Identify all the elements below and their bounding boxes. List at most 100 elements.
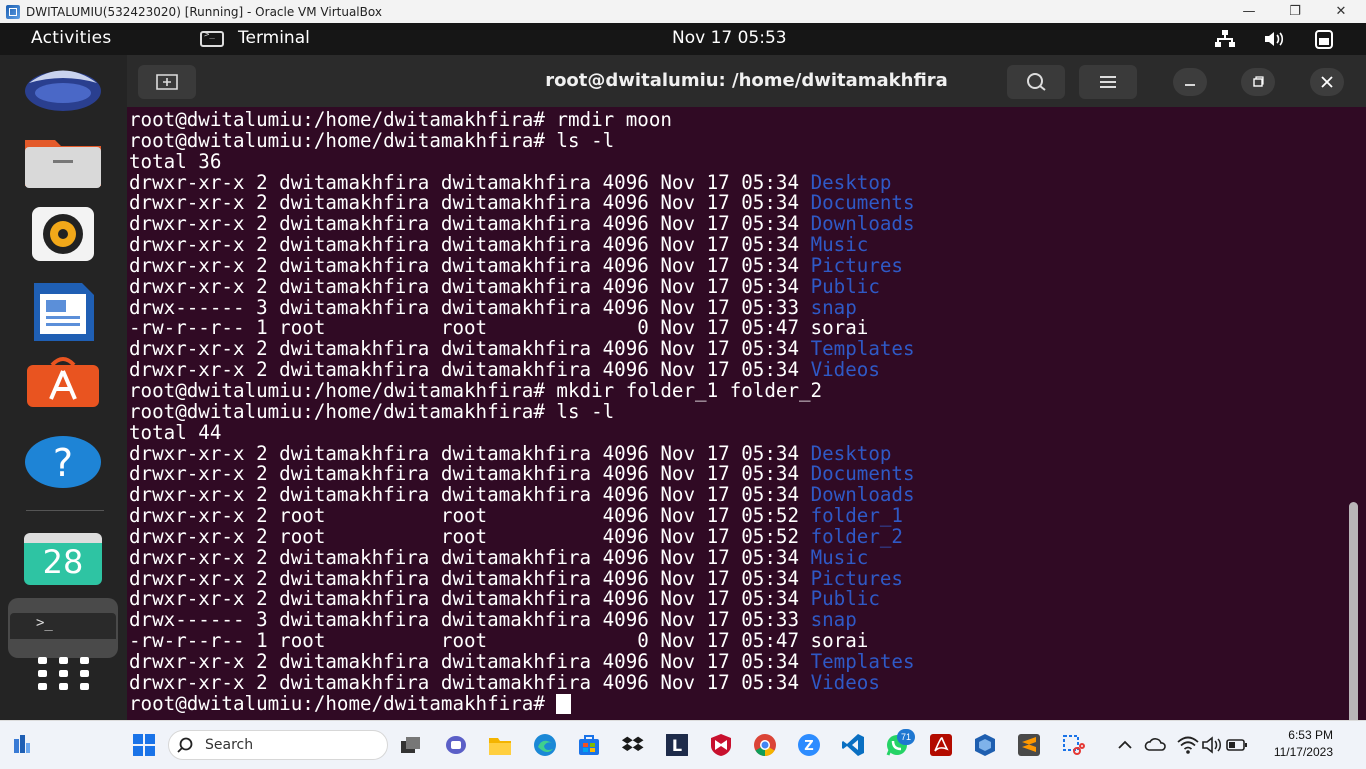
windows-taskbar: Search L Z 71 6:53 PM 11/17/2023	[0, 720, 1366, 769]
terminal-text: drwxr-xr-x 2 dwitamakhfira dwitamakhfira…	[129, 191, 811, 215]
terminal-text: total 44	[129, 420, 222, 444]
terminal-text: drwxr-xr-x 2 dwitamakhfira dwitamakhfira…	[129, 212, 811, 236]
terminal-line: drwxr-xr-x 2 dwitamakhfira dwitamakhfira…	[129, 212, 915, 236]
search-button[interactable]	[1007, 65, 1065, 99]
vbox-maximize-button[interactable]: ❐	[1272, 0, 1318, 23]
snipping-tool-icon[interactable]	[1061, 733, 1085, 757]
ubuntu-top-bar: Activities Terminal Nov 17 05:53	[0, 23, 1366, 55]
app-menu-label[interactable]: Terminal	[238, 28, 310, 48]
taskbar-search[interactable]: Search	[168, 730, 388, 760]
terminal-line: drwxr-xr-x 2 dwitamakhfira dwitamakhfira…	[129, 441, 915, 465]
thunderbird-icon[interactable]	[24, 63, 102, 123]
terminal-line: root@dwitalumiu:/home/dwitamakhfira#	[129, 691, 915, 715]
terminal-line: root@dwitalumiu:/home/dwitamakhfira# rmd…	[129, 109, 915, 131]
mcafee-icon[interactable]	[709, 733, 733, 757]
volume-icon[interactable]	[1263, 29, 1285, 49]
terminal-line: drwxr-xr-x 2 dwitamakhfira dwitamakhfira…	[129, 568, 915, 590]
terminal-text: drwxr-xr-x 2 dwitamakhfira dwitamakhfira…	[129, 358, 811, 382]
terminal-output[interactable]: root@dwitalumiu:/home/dwitamakhfira# rmd…	[127, 107, 1366, 720]
terminal-line: -rw-r--r-- 1 root root 0 Nov 17 05:47 so…	[129, 318, 915, 339]
taskbar-time: 6:53 PM	[1288, 728, 1333, 742]
terminal-text: drwxr-xr-x 2 dwitamakhfira dwitamakhfira…	[129, 587, 811, 611]
vbox-minimize-button[interactable]: —	[1226, 0, 1272, 23]
terminal-window: root@dwitalumiu: /home/dwitamakhfira roo…	[127, 55, 1366, 720]
directory-name: snap	[810, 608, 857, 632]
libreoffice-writer-icon[interactable]	[24, 282, 102, 342]
whatsapp-unread-badge: 71	[897, 729, 915, 745]
terminal-scrollbar[interactable]	[1349, 502, 1358, 720]
directory-name: Desktop	[810, 441, 892, 465]
virtualbox-icon[interactable]	[973, 733, 997, 757]
dropbox-icon[interactable]	[621, 733, 645, 757]
terminal-line: drwxr-xr-x 2 root root 4096 Nov 17 05:52…	[129, 504, 915, 528]
taskbar-search-label: Search	[205, 737, 254, 753]
menu-button[interactable]	[1079, 65, 1137, 99]
microsoft-store-icon[interactable]	[577, 733, 601, 757]
zoom-icon[interactable]: Z	[797, 733, 821, 757]
show-apps-grid-icon[interactable]	[24, 657, 102, 717]
terminal-line: total 36	[129, 151, 915, 173]
vbox-close-button[interactable]: ✕	[1318, 0, 1364, 23]
directory-name: Templates	[810, 649, 915, 673]
calendar-app-icon[interactable]: 28	[24, 533, 102, 593]
sublime-text-icon[interactable]	[1017, 733, 1041, 757]
terminal-line: drwxr-xr-x 2 dwitamakhfira dwitamakhfira…	[129, 670, 915, 694]
directory-name: Downloads	[810, 212, 915, 236]
terminal-line: root@dwitalumiu:/home/dwitamakhfira# ls …	[129, 128, 915, 152]
restore-icon	[1253, 76, 1264, 87]
wifi-icon[interactable]	[1176, 733, 1200, 757]
close-button[interactable]	[1310, 68, 1344, 96]
acrobat-reader-icon[interactable]	[929, 733, 953, 757]
network-icon[interactable]	[1214, 29, 1236, 49]
chrome-icon[interactable]	[753, 733, 777, 757]
help-icon[interactable]: ?	[24, 432, 102, 492]
app-center-icon[interactable]	[24, 355, 102, 415]
terminal-text: drwxr-xr-x 2 dwitamakhfira dwitamakhfira…	[129, 274, 811, 298]
terminal-line: total 44	[129, 420, 915, 444]
top-bar-clock[interactable]: Nov 17 05:53	[672, 28, 787, 48]
directory-name: Documents	[810, 191, 915, 215]
terminal-text: drwx------ 3 dwitamakhfira dwitamakhfira…	[129, 608, 811, 632]
power-icon[interactable]	[1313, 29, 1335, 49]
terminal-header-bar: root@dwitalumiu: /home/dwitamakhfira	[127, 55, 1366, 107]
terminal-line: drwxr-xr-x 2 dwitamakhfira dwitamakhfira…	[129, 587, 915, 611]
taskbar-clock[interactable]: 6:53 PM 11/17/2023	[1255, 727, 1333, 761]
terminal-line: drwxr-xr-x 2 root root 4096 Nov 17 05:52…	[129, 524, 915, 548]
terminal-line: drwxr-xr-x 2 dwitamakhfira dwitamakhfira…	[129, 255, 915, 277]
minimize-button[interactable]	[1173, 68, 1207, 96]
terminal-text: drwxr-xr-x 2 root root 4096 Nov 17 05:52	[129, 504, 811, 528]
start-windows-icon[interactable]	[132, 733, 156, 757]
terminal-line: drwxr-xr-x 2 dwitamakhfira dwitamakhfira…	[129, 191, 915, 215]
directory-name: folder_2	[810, 524, 903, 548]
maximize-button[interactable]	[1241, 68, 1275, 96]
rhythmbox-icon[interactable]	[24, 205, 102, 265]
teams-chat-icon[interactable]	[444, 733, 468, 757]
terminal-line: drwxr-xr-x 2 dwitamakhfira dwitamakhfira…	[129, 649, 915, 673]
terminal-line: drwxr-xr-x 2 dwitamakhfira dwitamakhfira…	[129, 234, 915, 256]
terminal-text: root@dwitalumiu:/home/dwitamakhfira# ls …	[129, 128, 615, 152]
speaker-icon[interactable]	[1200, 733, 1224, 757]
terminal-app-icon[interactable]	[200, 30, 224, 47]
directory-name: Videos	[810, 670, 880, 694]
edge-icon[interactable]	[533, 733, 557, 757]
battery-icon[interactable]	[1225, 733, 1249, 757]
svg-text:L: L	[672, 736, 682, 755]
file-explorer-icon[interactable]	[488, 733, 512, 757]
activities-button[interactable]: Activities	[31, 28, 112, 48]
terminal-text: root@dwitalumiu:/home/dwitamakhfira#	[129, 691, 557, 715]
onedrive-icon[interactable]	[1144, 733, 1168, 757]
terminal-line: drwxr-xr-x 2 dwitamakhfira dwitamakhfira…	[129, 338, 915, 360]
terminal-cursor	[556, 694, 572, 715]
vscode-icon[interactable]	[841, 733, 865, 757]
files-icon[interactable]	[24, 130, 102, 190]
terminal-line: drwxr-xr-x 2 dwitamakhfira dwitamakhfira…	[129, 274, 915, 298]
widgets-icon[interactable]	[10, 733, 34, 757]
linode-l-icon[interactable]: L	[665, 733, 689, 757]
search-icon	[177, 737, 193, 753]
terminal-dock-icon[interactable]: >_	[8, 598, 118, 658]
task-view-icon[interactable]	[399, 733, 423, 757]
terminal-line: drwx------ 3 dwitamakhfira dwitamakhfira…	[129, 608, 915, 632]
directory-name: Public	[810, 587, 880, 611]
chevron-up-icon[interactable]	[1113, 733, 1137, 757]
terminal-text: drwxr-xr-x 2 root root 4096 Nov 17 05:52	[129, 524, 811, 548]
